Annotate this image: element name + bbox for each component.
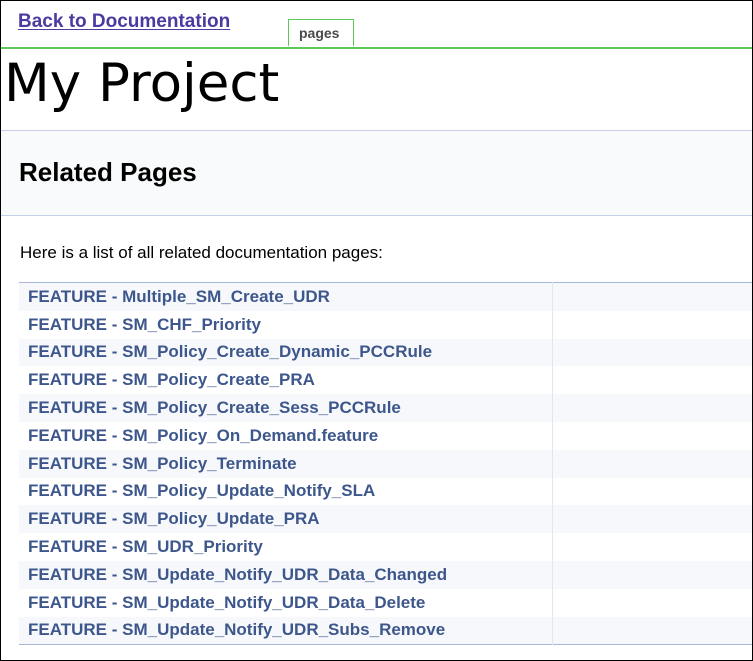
empty-cell xyxy=(552,338,752,367)
table-row: FEATURE - SM_UDR_Priority xyxy=(19,533,752,561)
empty-cell xyxy=(552,477,752,506)
related-pages-table: FEATURE - Multiple_SM_Create_UDR FEATURE… xyxy=(19,282,752,646)
empty-cell xyxy=(552,533,752,561)
page-link-sm-policy-create-sess-pccrule[interactable]: FEATURE - SM_Policy_Create_Sess_PCCRule xyxy=(28,398,401,417)
empty-cell xyxy=(552,366,752,395)
page-link-sm-policy-update-notify-sla[interactable]: FEATURE - SM_Policy_Update_Notify_SLA xyxy=(28,481,375,500)
page-link-sm-udr-priority[interactable]: FEATURE - SM_UDR_Priority xyxy=(28,537,263,556)
empty-cell xyxy=(552,282,752,311)
empty-cell xyxy=(552,394,752,422)
table-row: FEATURE - SM_Policy_Update_Notify_SLA xyxy=(19,477,752,506)
table-row: FEATURE - SM_Policy_On_Demand.feature xyxy=(19,421,752,450)
page-header: Related Pages xyxy=(1,130,752,216)
empty-cell xyxy=(552,505,752,534)
page-cell: FEATURE - SM_Policy_On_Demand.feature xyxy=(19,421,553,450)
page-link-sm-update-notify-udr-data-changed[interactable]: FEATURE - SM_Update_Notify_UDR_Data_Chan… xyxy=(28,565,447,584)
tab-pages-label: pages xyxy=(299,25,340,41)
page-link-multiple-sm-create-udr[interactable]: FEATURE - Multiple_SM_Create_UDR xyxy=(28,287,330,306)
page-link-sm-chf-priority[interactable]: FEATURE - SM_CHF_Priority xyxy=(28,315,261,334)
page-link-sm-update-notify-udr-subs-remove[interactable]: FEATURE - SM_Update_Notify_UDR_Subs_Remo… xyxy=(28,620,445,639)
table-row: FEATURE - Multiple_SM_Create_UDR xyxy=(19,282,752,311)
empty-cell xyxy=(552,616,752,645)
table-row: FEATURE - SM_Policy_Create_Sess_PCCRule xyxy=(19,394,752,422)
page-cell: FEATURE - SM_Policy_Terminate xyxy=(19,449,553,478)
empty-cell xyxy=(552,310,752,339)
table-row: FEATURE - SM_CHF_Priority xyxy=(19,310,752,339)
page-cell: FEATURE - SM_UDR_Priority xyxy=(19,533,553,561)
page-cell: FEATURE - Multiple_SM_Create_UDR xyxy=(19,282,553,311)
table-row: FEATURE - SM_Policy_Update_PRA xyxy=(19,505,752,534)
empty-cell xyxy=(552,421,752,450)
page-cell: FEATURE - SM_Policy_Update_Notify_SLA xyxy=(19,477,553,506)
page-link-sm-policy-on-demand[interactable]: FEATURE - SM_Policy_On_Demand.feature xyxy=(28,426,378,445)
page-cell: FEATURE - SM_Policy_Create_PRA xyxy=(19,366,553,395)
page-link-sm-policy-create-dynamic-pccrule[interactable]: FEATURE - SM_Policy_Create_Dynamic_PCCRu… xyxy=(28,342,432,361)
table-row: FEATURE - SM_Update_Notify_UDR_Data_Dele… xyxy=(19,588,752,617)
page-cell: FEATURE - SM_Update_Notify_UDR_Data_Dele… xyxy=(19,588,553,617)
table-row: FEATURE - SM_Update_Notify_UDR_Data_Chan… xyxy=(19,560,752,589)
top-navigation-bar: Back to Documentation pages xyxy=(1,1,752,49)
table-row: FEATURE - SM_Policy_Terminate xyxy=(19,449,752,478)
table-row: FEATURE - SM_Policy_Create_Dynamic_PCCRu… xyxy=(19,338,752,367)
page-link-sm-policy-update-pra[interactable]: FEATURE - SM_Policy_Update_PRA xyxy=(28,509,320,528)
page-link-sm-policy-terminate[interactable]: FEATURE - SM_Policy_Terminate xyxy=(28,454,297,473)
page-cell: FEATURE - SM_Update_Notify_UDR_Data_Chan… xyxy=(19,560,553,589)
empty-cell xyxy=(552,560,752,589)
intro-text: Here is a list of all related documentat… xyxy=(20,243,383,262)
page-cell: FEATURE - SM_Policy_Update_PRA xyxy=(19,505,553,534)
table-row: FEATURE - SM_Update_Notify_UDR_Subs_Remo… xyxy=(19,616,752,645)
empty-cell xyxy=(552,588,752,617)
project-title: My Project xyxy=(4,53,280,114)
page-cell: FEATURE - SM_Policy_Create_Sess_PCCRule xyxy=(19,394,553,422)
documentation-window: Back to Documentation pages My Project R… xyxy=(0,0,753,661)
page-title: Related Pages xyxy=(19,157,197,187)
empty-cell xyxy=(552,449,752,478)
page-cell: FEATURE - SM_Update_Notify_UDR_Subs_Remo… xyxy=(19,616,553,645)
table-row: FEATURE - SM_Policy_Create_PRA xyxy=(19,366,752,395)
page-link-sm-policy-create-pra[interactable]: FEATURE - SM_Policy_Create_PRA xyxy=(28,370,315,389)
page-link-sm-update-notify-udr-data-delete[interactable]: FEATURE - SM_Update_Notify_UDR_Data_Dele… xyxy=(28,593,425,612)
back-to-documentation-link[interactable]: Back to Documentation xyxy=(18,11,230,33)
page-cell: FEATURE - SM_CHF_Priority xyxy=(19,310,553,339)
tab-pages[interactable]: pages xyxy=(288,19,354,47)
page-cell: FEATURE - SM_Policy_Create_Dynamic_PCCRu… xyxy=(19,338,553,367)
